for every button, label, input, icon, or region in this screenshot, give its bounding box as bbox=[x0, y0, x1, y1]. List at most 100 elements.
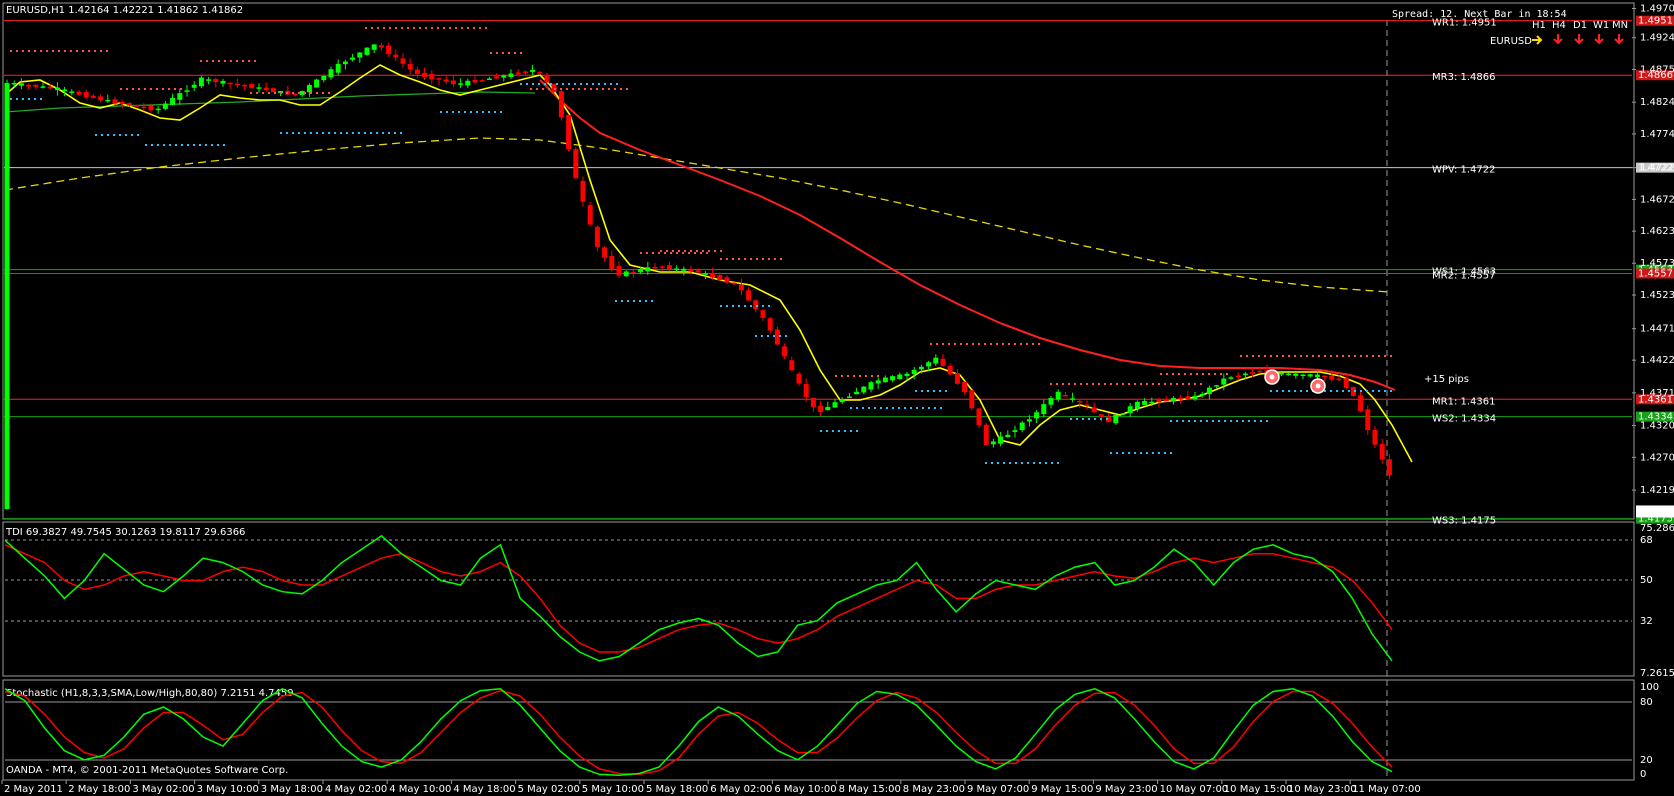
fractal-dot bbox=[844, 430, 846, 432]
candle-body bbox=[400, 58, 406, 64]
bull-candle bbox=[105, 94, 111, 103]
bear-candle bbox=[551, 83, 557, 93]
fractal-dot bbox=[1378, 390, 1380, 392]
fractal-dot bbox=[696, 250, 698, 252]
fractal-dot bbox=[187, 144, 189, 146]
candle-body bbox=[162, 103, 168, 109]
marker-core bbox=[1269, 374, 1275, 380]
fractal-dot bbox=[156, 88, 158, 90]
bull-candle bbox=[40, 82, 46, 89]
stochastic-header: Stochastic (H1,8,3,3,SMA,Low/High,80,80)… bbox=[6, 688, 294, 699]
bear-candle bbox=[1365, 405, 1371, 436]
candle-body bbox=[1322, 375, 1328, 378]
fractal-dot bbox=[106, 50, 108, 52]
fractal-dot bbox=[138, 88, 140, 90]
bear-candle bbox=[738, 278, 744, 296]
bull-candle bbox=[1005, 430, 1011, 438]
fractal-dot bbox=[1134, 452, 1136, 454]
candle-body bbox=[933, 357, 939, 364]
fractal-dot bbox=[322, 92, 324, 94]
bear-candle bbox=[450, 75, 456, 88]
fractal-dot bbox=[1226, 373, 1228, 375]
fractal-dot bbox=[437, 27, 439, 29]
fractal-dot bbox=[217, 144, 219, 146]
candle-body bbox=[1170, 398, 1176, 402]
fractal-dot bbox=[1110, 383, 1112, 385]
fractal-dot bbox=[615, 300, 617, 302]
candle-body bbox=[1235, 375, 1241, 378]
copyright: OANDA - MT4, © 2001-2011 MetaQuotes Soft… bbox=[6, 765, 288, 776]
bear-candle bbox=[1106, 412, 1112, 423]
bear-candle bbox=[522, 70, 528, 75]
fractal-dot bbox=[670, 252, 672, 254]
fractal-dot bbox=[1086, 383, 1088, 385]
candle-body bbox=[954, 373, 960, 384]
fractal-dot bbox=[1098, 383, 1100, 385]
fractal-dot bbox=[604, 83, 606, 85]
fractal-dot bbox=[562, 83, 564, 85]
bull-candle bbox=[623, 270, 629, 277]
candle-body bbox=[4, 82, 10, 510]
pivot-label: MR2: 1.4557 bbox=[1432, 271, 1495, 282]
time-tick-label: 11 May 07:00 bbox=[1352, 784, 1421, 795]
candle-body bbox=[472, 79, 478, 83]
fractal-dot bbox=[672, 250, 674, 252]
trade-marker[interactable] bbox=[1264, 369, 1280, 385]
candle-body bbox=[1257, 371, 1263, 373]
pivot-price-tag-label: 1.4951 bbox=[1638, 16, 1673, 27]
fractal-dot bbox=[211, 144, 213, 146]
bear-candle bbox=[119, 99, 125, 109]
bull-candle bbox=[508, 69, 514, 79]
tf-symbol: EURUSD bbox=[1490, 36, 1532, 47]
fractal-dot bbox=[768, 305, 770, 307]
candle-body bbox=[544, 74, 550, 83]
fractal-dot bbox=[910, 407, 912, 409]
fractal-dot bbox=[586, 83, 588, 85]
candle-body bbox=[1041, 404, 1047, 415]
fractal-dot bbox=[578, 88, 580, 90]
bull-candle bbox=[18, 78, 24, 90]
fractal-dot bbox=[125, 134, 127, 136]
fractal-dot bbox=[1348, 390, 1350, 392]
fractal-dot bbox=[163, 144, 165, 146]
bear-candle bbox=[494, 73, 500, 79]
bull-candle bbox=[1070, 392, 1076, 403]
fractal-dot bbox=[119, 134, 121, 136]
pivot-label: MR1: 1.4361 bbox=[1432, 396, 1495, 407]
bull-candle bbox=[1300, 373, 1306, 380]
fractal-dot bbox=[835, 375, 837, 377]
fractal-dot bbox=[1027, 462, 1029, 464]
trade-marker[interactable] bbox=[1310, 378, 1326, 394]
candle-body bbox=[1206, 387, 1212, 395]
fractal-dot bbox=[1336, 390, 1338, 392]
bear-candle bbox=[954, 369, 960, 385]
fractal-dot bbox=[1146, 383, 1148, 385]
bull-candle bbox=[674, 265, 680, 273]
marker-core bbox=[1315, 383, 1321, 389]
bull-candle bbox=[350, 53, 356, 62]
candle-body bbox=[69, 91, 75, 94]
tf-label-MN: MN bbox=[1612, 20, 1628, 31]
fractal-dot bbox=[455, 27, 457, 29]
fractal-dot bbox=[841, 375, 843, 377]
time-tick-label: 3 May 10:00 bbox=[197, 784, 259, 795]
candle-body bbox=[602, 247, 608, 258]
candle-body bbox=[796, 373, 802, 384]
fractal-dot bbox=[1336, 355, 1338, 357]
fractal-dot bbox=[1082, 418, 1084, 420]
bull-candle bbox=[321, 75, 327, 83]
fractal-dot bbox=[1070, 418, 1072, 420]
fractal-dot bbox=[286, 92, 288, 94]
tdi-tick-50: 50 bbox=[1640, 575, 1653, 586]
candle-body bbox=[47, 86, 53, 89]
fractal-dot bbox=[322, 132, 324, 134]
candle-body bbox=[623, 271, 629, 277]
fractal-dot bbox=[942, 343, 944, 345]
fractal-dot bbox=[580, 83, 582, 85]
bear-candle bbox=[90, 93, 96, 99]
fractal-dot bbox=[1050, 383, 1052, 385]
fractal-dot bbox=[1116, 383, 1118, 385]
candle-body bbox=[1034, 412, 1040, 419]
fractal-dot bbox=[494, 111, 496, 113]
fractal-dot bbox=[364, 132, 366, 134]
